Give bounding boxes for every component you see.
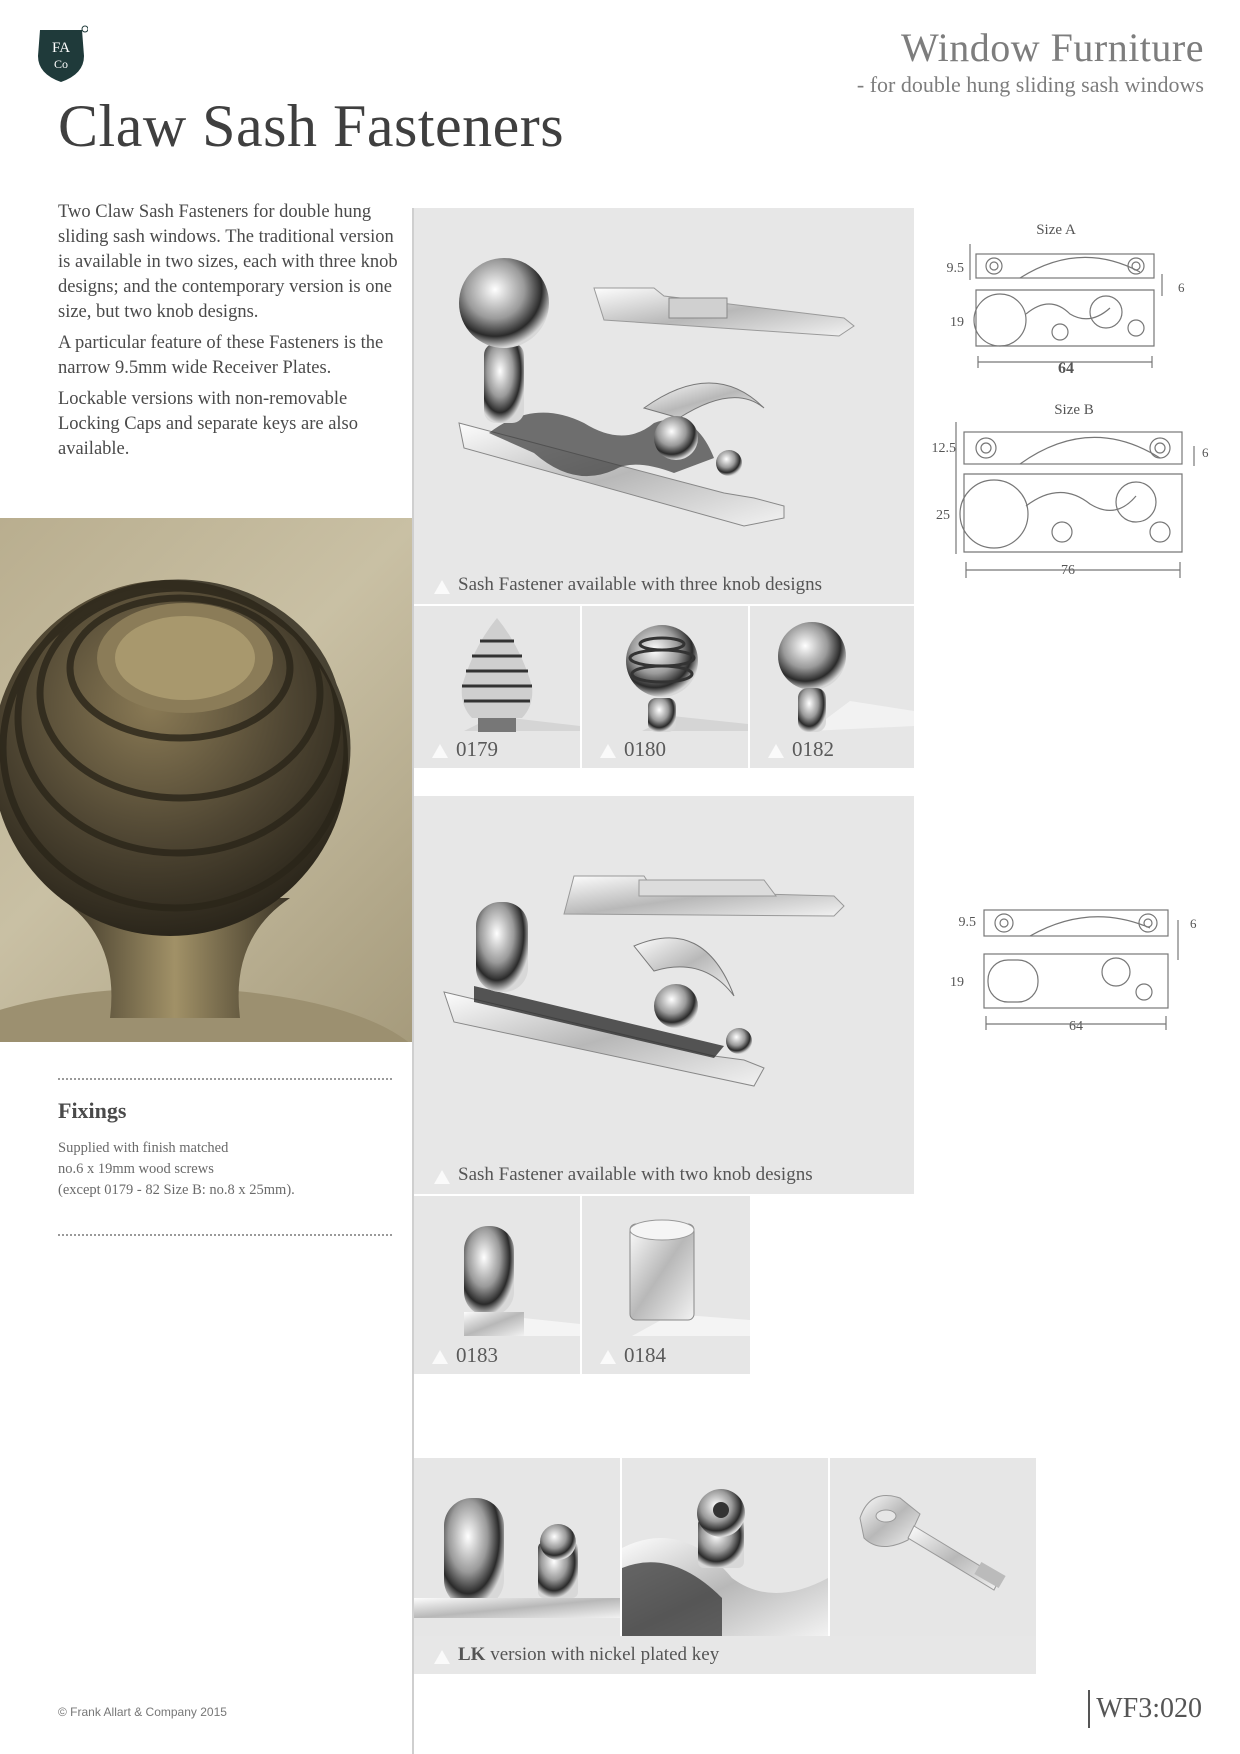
contemporary-height: 19 — [950, 975, 964, 990]
contemporary-length: 64 — [1069, 1019, 1083, 1034]
fixings-line-3: (except 0179 - 82 Size B: no.8 x 25mm). — [58, 1182, 295, 1198]
knob-thumb-0184: 0184 — [582, 1196, 750, 1374]
size-a-thickness: 6 — [1178, 280, 1185, 295]
size-a-width: 9.5 — [947, 261, 965, 276]
brand-title: Window Furniture — [900, 25, 1204, 70]
intro-paragraph-2: A particular feature of these Fasteners … — [58, 333, 384, 378]
triangle-icon — [768, 744, 784, 758]
nickel-key-photo — [830, 1458, 1036, 1636]
code-0182: 0182 — [792, 737, 834, 761]
triangle-icon — [432, 1350, 448, 1364]
copyright: © Frank Allart & Company 2015 — [58, 1705, 227, 1719]
size-b-width: 12.5 — [932, 441, 957, 456]
svg-text:FA: FA — [52, 40, 70, 56]
code-0184: 0184 — [624, 1343, 666, 1367]
fastener-two-knob-photo — [414, 796, 914, 1156]
divider-top — [58, 1078, 392, 1080]
beehive-knob-photo — [0, 518, 412, 1042]
code-0179: 0179 — [456, 737, 498, 761]
fixings-title: Fixings — [58, 1098, 127, 1123]
page-code: WF3:020 — [1088, 1690, 1202, 1728]
code-0183: 0183 — [456, 1343, 498, 1367]
caption-lk-bold: LK — [458, 1644, 486, 1665]
knob-thumb-0183: 0183 — [414, 1196, 580, 1374]
caption-two-knob-text: Sash Fastener available with two knob de… — [458, 1164, 813, 1185]
page-title: Claw Sash Fasteners — [58, 93, 565, 159]
triangle-icon — [434, 580, 450, 594]
caption-two-knob: Sash Fastener available with two knob de… — [414, 1156, 914, 1194]
lk-detail-photo-1 — [414, 1458, 620, 1636]
code-0180: 0180 — [624, 737, 666, 761]
knob-thumb-0179: 0179 — [414, 606, 580, 768]
caption-three-knob-text: Sash Fastener available with three knob … — [458, 574, 823, 595]
size-b-thickness: 6 — [1202, 445, 1209, 460]
caption-lk-version: LK version with nickel plated key — [414, 1636, 1036, 1674]
size-a-label: Size A — [1036, 222, 1076, 238]
fixings-text: Supplied with finish matched no.6 x 19mm… — [58, 1138, 368, 1201]
size-a-height: 19 — [950, 315, 964, 330]
brand-subtitle: - for double hung sliding sash windows — [856, 72, 1204, 97]
fastener-three-knob-photo — [414, 208, 914, 566]
caption-three-knob: Sash Fastener available with three knob … — [414, 566, 914, 604]
triangle-icon — [434, 1650, 450, 1664]
contemporary-width: 9.5 — [959, 915, 977, 930]
svg-text:Co: Co — [54, 57, 68, 71]
technical-drawing-size-a-b: Size A 9.5 19 64 6 Size B 12.5 25 76 6 — [932, 222, 1209, 578]
size-b-label: Size B — [1054, 402, 1094, 418]
divider-bottom — [58, 1234, 392, 1236]
intro-text: Two Claw Sash Fasteners for double hung … — [58, 200, 408, 468]
knob-thumb-0182: 0182 — [750, 606, 914, 768]
fixings-line-2: no.6 x 19mm wood screws — [58, 1161, 214, 1177]
contemporary-thickness: 6 — [1190, 916, 1197, 931]
triangle-icon — [600, 1350, 616, 1364]
size-b-height: 25 — [936, 508, 950, 523]
fixings-line-1: Supplied with finish matched — [58, 1140, 229, 1156]
intro-paragraph-3: Lockable versions with non-removable Loc… — [58, 389, 359, 459]
lk-detail-photo-2 — [622, 1458, 828, 1636]
caption-lk-rest: version with nickel plated key — [485, 1644, 720, 1665]
triangle-icon — [434, 1170, 450, 1184]
caption-lk-text: LK version with nickel plated key — [458, 1644, 719, 1666]
intro-paragraph-1: Two Claw Sash Fasteners for double hung … — [58, 202, 398, 322]
triangle-icon — [432, 744, 448, 758]
triangle-icon — [600, 744, 616, 758]
company-logo: FA Co — [38, 25, 88, 82]
technical-drawing-contemporary: 9.5 19 64 6 — [950, 909, 1197, 1034]
knob-thumb-0180: 0180 — [582, 606, 748, 768]
